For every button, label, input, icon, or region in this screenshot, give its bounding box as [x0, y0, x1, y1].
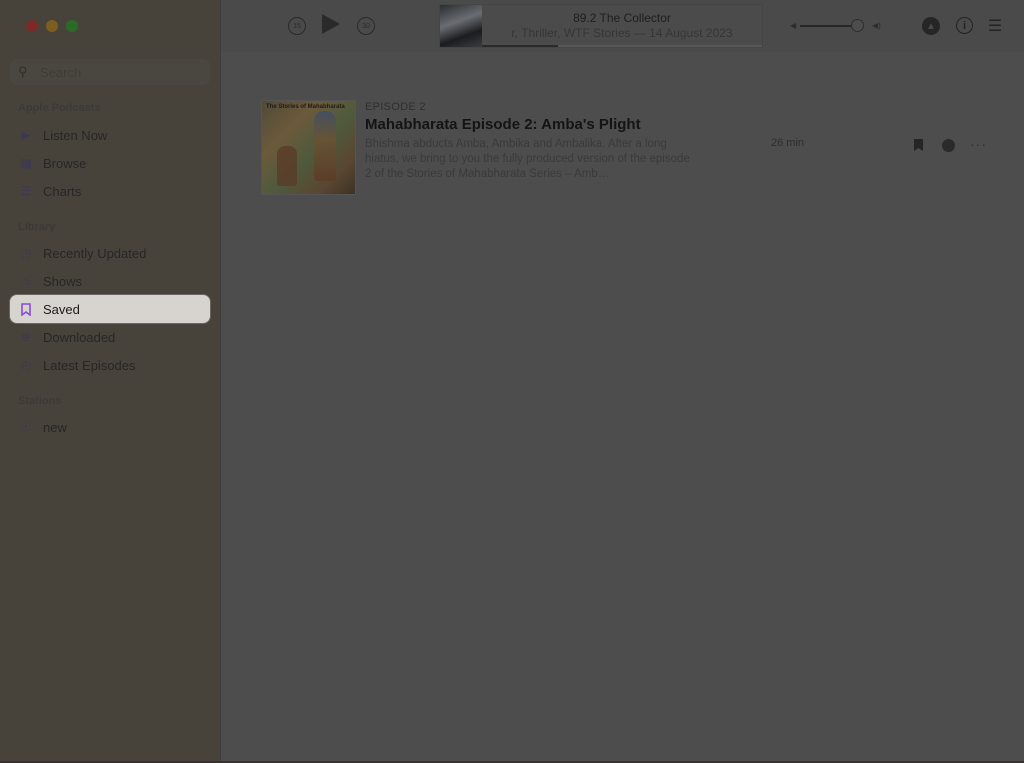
grid-icon: ▦	[20, 156, 32, 170]
play-button[interactable]	[322, 14, 340, 34]
airplay-icon: ▲	[926, 20, 936, 32]
clock-icon: ◷	[20, 246, 32, 260]
sidebar-item-browse[interactable]: ▦ Browse	[10, 149, 210, 177]
skip-back-button[interactable]: 15	[288, 17, 306, 35]
download-icon: ⊕	[20, 330, 32, 344]
artwork-figure	[277, 146, 297, 186]
airplay-button[interactable]: ▲	[922, 17, 940, 35]
minimize-window-button[interactable]	[46, 20, 58, 32]
sidebar-item-label: Browse	[43, 155, 87, 171]
queue-list-icon: ☰	[987, 18, 1003, 35]
gobackward-15-icon: 15	[293, 22, 301, 30]
queue-button[interactable]: ☰	[986, 17, 1004, 35]
sidebar-item-label: Saved	[43, 301, 80, 317]
close-window-button[interactable]	[26, 20, 38, 32]
section-header-stations: Stations	[18, 395, 62, 407]
now-playing-artwork	[440, 5, 482, 47]
goforward-30-icon: 30	[362, 22, 370, 30]
section-header-apple-podcasts: Apple Podcasts	[18, 102, 101, 114]
sidebar-item-station-new[interactable]: ☉ new	[10, 413, 210, 441]
download-icon[interactable]	[942, 139, 955, 152]
sidebar-item-label: Downloaded	[43, 329, 116, 345]
episode-description: Bhishma abducts Amba, Ambika and Ambalik…	[365, 138, 690, 180]
search-icon: ⚲	[18, 64, 28, 79]
episode-label: EPISODE 2	[365, 101, 426, 113]
bookmark-icon	[19, 302, 33, 316]
sidebar-item-listen-now[interactable]: ▶ Listen Now	[10, 121, 210, 149]
bookmark-icon[interactable]	[914, 139, 923, 151]
sidebar-item-label: Charts	[43, 183, 82, 199]
zoom-window-button[interactable]	[66, 20, 78, 32]
artwork-title: The Stories of Mahabharata	[266, 104, 345, 110]
latest-icon: ◴	[20, 358, 32, 372]
sidebar: ⚲ Apple Podcasts ▶ Listen Now ▦ Browse ☰…	[0, 0, 221, 763]
sidebar-item-saved[interactable]: Saved	[10, 295, 210, 323]
list-icon: ☰	[20, 184, 32, 198]
now-playing-subtitle: r, Thriller, WTF Stories — 14 August 202…	[511, 26, 733, 40]
sidebar-item-label: Recently Updated	[43, 245, 147, 261]
sidebar-item-latest-episodes[interactable]: ◴ Latest Episodes	[10, 351, 210, 379]
sidebar-item-downloaded[interactable]: ⊕ Downloaded	[10, 323, 210, 351]
play-circle-icon: ▶	[21, 128, 31, 142]
section-header-library: Library	[18, 221, 56, 233]
episode-title[interactable]: Mahabharata Episode 2: Amba's Plight	[365, 116, 641, 133]
podcasts-window: ⚲ Apple Podcasts ▶ Listen Now ▦ Browse ☰…	[0, 0, 1024, 763]
sidebar-item-charts[interactable]: ☰ Charts	[10, 177, 210, 205]
more-options-icon[interactable]: ···	[970, 136, 987, 152]
station-icon: ☉	[20, 420, 32, 434]
playback-progress-bar[interactable]	[482, 45, 762, 47]
now-playing-title: 89.2 The Collector	[573, 11, 671, 25]
info-icon: i	[962, 19, 967, 32]
artwork-figure	[314, 111, 336, 181]
volume-high-icon: ◀)	[872, 21, 881, 30]
sidebar-item-shows[interactable]: ⌂ Shows	[10, 267, 210, 295]
sidebar-item-label: new	[43, 419, 67, 435]
sidebar-item-label: Listen Now	[43, 127, 108, 143]
info-button[interactable]: i	[956, 17, 973, 34]
volume-low-icon: ◀	[790, 21, 797, 30]
episode-row[interactable]: The Stories of Mahabharata EPISODE 2 Mah…	[261, 98, 1001, 198]
sidebar-item-label: Shows	[43, 273, 83, 289]
search-input[interactable]	[38, 63, 192, 81]
episode-duration: 26 min	[771, 137, 805, 149]
shows-icon: ⌂	[22, 274, 30, 288]
sidebar-item-label: Latest Episodes	[43, 357, 136, 373]
now-playing-panel[interactable]: 89.2 The Collector r, Thriller, WTF Stor…	[439, 4, 763, 48]
episode-artwork: The Stories of Mahabharata	[261, 100, 356, 195]
sidebar-search[interactable]: ⚲	[10, 59, 210, 85]
sidebar-item-recently-updated[interactable]: ◷ Recently Updated	[10, 239, 210, 267]
volume-knob[interactable]	[850, 19, 864, 32]
volume-slider[interactable]: ◀ ◀)	[790, 19, 886, 33]
skip-forward-button[interactable]: 30	[357, 17, 375, 35]
playback-progress-fill	[482, 45, 558, 47]
